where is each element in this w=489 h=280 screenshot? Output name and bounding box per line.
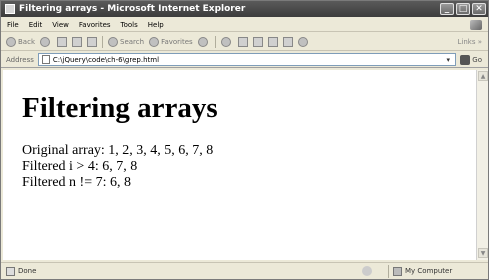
status-bar: Done My Computer <box>1 262 488 279</box>
toolbar-separator <box>214 35 216 48</box>
original-array-line: Original array: 1, 2, 3, 4, 5, 6, 7, 8 <box>22 143 214 158</box>
back-label: Back <box>18 37 35 46</box>
stop-icon <box>57 36 67 47</box>
search-label: Search <box>120 37 145 46</box>
filtered-gt4-line: Filtered i > 4: 6, 7, 8 <box>22 159 138 174</box>
scroll-down-icon[interactable]: ▼ <box>478 248 488 258</box>
search-icon <box>108 36 118 47</box>
back-button[interactable]: Back <box>6 36 35 47</box>
print-icon <box>252 36 263 47</box>
minimize-button[interactable]: _ <box>440 3 454 15</box>
messenger-icon <box>297 36 308 47</box>
done-page-icon <box>6 266 15 276</box>
media-button[interactable] <box>197 36 210 47</box>
refresh-icon <box>72 36 82 47</box>
page-title: Filtering arrays <box>22 92 218 124</box>
history-icon <box>220 36 231 47</box>
stop-button[interactable] <box>57 36 67 47</box>
mail-icon <box>237 36 248 47</box>
favorites-star-icon <box>149 36 160 47</box>
menu-tools[interactable]: Tools <box>121 21 138 29</box>
ie-page-icon <box>5 4 15 14</box>
filtered-ne7-line: Filtered n != 7: 6, 8 <box>22 175 131 190</box>
vertical-scrollbar[interactable]: ▲ ▼ <box>476 70 488 260</box>
browser-window: Filtering arrays - Microsoft Internet Ex… <box>0 0 489 280</box>
discuss-icon <box>282 36 293 47</box>
chevron-down-icon[interactable]: ▾ <box>442 54 454 65</box>
edit-button[interactable] <box>267 36 278 47</box>
security-zone-icon <box>362 266 372 276</box>
address-input[interactable]: C:\jQuery\code\ch-6\grep.html ▾ <box>37 53 457 66</box>
links-button[interactable]: Links » <box>457 38 482 46</box>
edit-icon <box>267 36 278 47</box>
title-bar: Filtering arrays - Microsoft Internet Ex… <box>1 1 488 17</box>
menu-view[interactable]: View <box>52 21 69 29</box>
go-arrow-icon <box>460 54 471 65</box>
close-button[interactable]: ✕ <box>472 3 486 15</box>
address-value: C:\jQuery\code\ch-6\grep.html <box>52 55 160 64</box>
menu-bar: File Edit View Favorites Tools Help <box>1 18 488 32</box>
mail-button[interactable] <box>237 36 248 47</box>
window-title: Filtering arrays - Microsoft Internet Ex… <box>19 4 246 14</box>
maximize-button[interactable]: □ <box>456 3 470 15</box>
home-button[interactable] <box>87 36 97 47</box>
chevron-right-icon: » <box>477 37 482 46</box>
menu-file[interactable]: File <box>7 21 19 29</box>
favorites-button[interactable]: Favorites <box>149 36 193 47</box>
page-content: Filtering arrays Original array: 1, 2, 3… <box>3 70 476 260</box>
menu-favorites[interactable]: Favorites <box>79 21 111 29</box>
search-button[interactable]: Search <box>108 36 145 47</box>
go-label: Go <box>472 55 482 64</box>
address-label: Address <box>6 55 34 64</box>
menu-help[interactable]: Help <box>148 21 164 29</box>
zone-label: My Computer <box>405 267 453 275</box>
zone-indicator: My Computer <box>388 264 488 278</box>
refresh-button[interactable] <box>72 36 82 47</box>
menu-edit[interactable]: Edit <box>29 21 43 29</box>
windows-logo-icon <box>470 19 482 30</box>
address-bar: Address C:\jQuery\code\ch-6\grep.html ▾ … <box>1 52 488 68</box>
forward-button[interactable] <box>40 36 52 47</box>
go-button[interactable]: Go <box>460 54 482 65</box>
favorites-label: Favorites <box>161 37 193 46</box>
discuss-button[interactable] <box>282 36 293 47</box>
back-arrow-icon <box>6 36 16 47</box>
my-computer-icon <box>393 266 402 276</box>
toolbar-separator <box>102 35 103 48</box>
page-icon <box>41 55 50 64</box>
home-icon <box>87 36 97 47</box>
print-button[interactable] <box>252 36 263 47</box>
media-icon <box>197 36 208 47</box>
messenger-button[interactable] <box>297 36 310 47</box>
forward-arrow-icon <box>40 36 50 47</box>
links-label: Links <box>457 37 476 46</box>
scroll-up-icon[interactable]: ▲ <box>478 71 488 81</box>
status-text: Done <box>18 267 37 275</box>
history-button[interactable] <box>220 36 233 47</box>
toolbar: Back Search Favorites Links » <box>1 33 488 51</box>
